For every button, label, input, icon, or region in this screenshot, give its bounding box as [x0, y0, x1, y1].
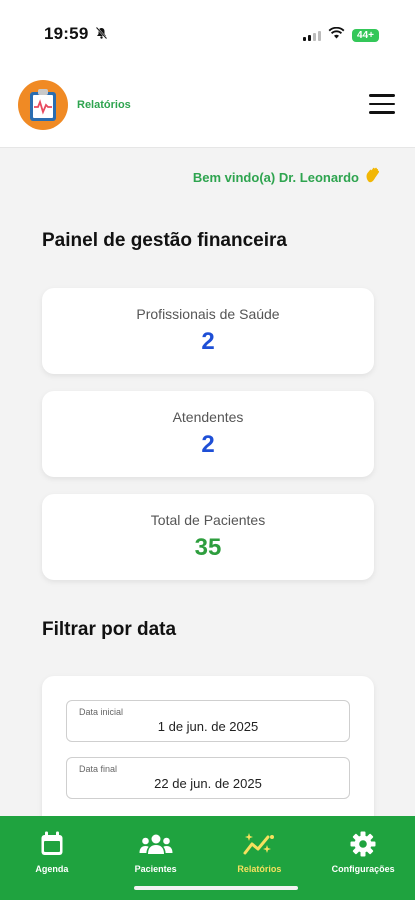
- stat-value: 35: [194, 534, 222, 561]
- start-date-value: 1 de jun. de 2025: [157, 719, 259, 734]
- stat-value: 2: [201, 328, 215, 355]
- start-date-label: Data inicial: [79, 707, 124, 717]
- calendar-icon: [40, 831, 64, 857]
- header-title: Relatórios: [77, 99, 131, 111]
- welcome-text: Bem vindo(a) Dr. Leonardo: [192, 170, 359, 185]
- battery-indicator: 44+: [352, 28, 379, 42]
- end-date-field[interactable]: Data final 22 de jun. de 2025: [66, 757, 350, 799]
- stat-value: 2: [201, 431, 215, 458]
- nav-label: Agenda: [35, 864, 69, 874]
- stat-label: Atendentes: [172, 409, 244, 425]
- nav-item-agenda[interactable]: Agenda: [0, 816, 104, 900]
- nav-label: Relatórios: [237, 864, 282, 874]
- dashboard-title: Painel de gestão financeira: [42, 230, 287, 251]
- people-icon: [139, 831, 173, 857]
- nav-label: Configurações: [331, 864, 395, 874]
- clipboard-heartbeat-icon[interactable]: [18, 80, 68, 130]
- nav-item-configuracoes[interactable]: Configurações: [311, 816, 415, 900]
- stat-label: Total de Pacientes: [150, 512, 266, 528]
- filter-title: Filtrar por data: [42, 619, 177, 640]
- start-date-field[interactable]: Data inicial 1 de jun. de 2025: [66, 700, 350, 742]
- home-indicator: [134, 886, 298, 890]
- welcome-message: Bem vindo(a) Dr. Leonardo: [193, 166, 382, 189]
- waving-hand-icon: [364, 166, 382, 189]
- status-indicators: 44+: [303, 26, 379, 44]
- status-bar: 19:59 44+: [0, 0, 415, 66]
- date-filter-card: Data inicial 1 de jun. de 2025 Data fina…: [42, 676, 374, 836]
- hamburger-menu-icon[interactable]: [369, 94, 395, 114]
- stat-card-patients: Total de Pacientes 35: [42, 494, 374, 580]
- end-date-value: 22 de jun. de 2025: [154, 776, 262, 791]
- stat-label: Profissionais de Saúde: [136, 306, 280, 322]
- nav-label: Pacientes: [134, 864, 177, 874]
- chart-sparkle-icon: [243, 831, 275, 857]
- silent-bell-icon: [95, 26, 108, 42]
- gear-icon: [350, 831, 376, 857]
- app-header: Relatórios: [0, 66, 415, 148]
- signal-icon: [303, 29, 322, 41]
- stat-card-attendants: Atendentes 2: [42, 391, 374, 477]
- stat-card-professionals: Profissionais de Saúde 2: [42, 288, 374, 374]
- end-date-label: Data final: [79, 764, 118, 774]
- status-time: 19:59: [44, 24, 89, 43]
- wifi-icon: [328, 26, 345, 44]
